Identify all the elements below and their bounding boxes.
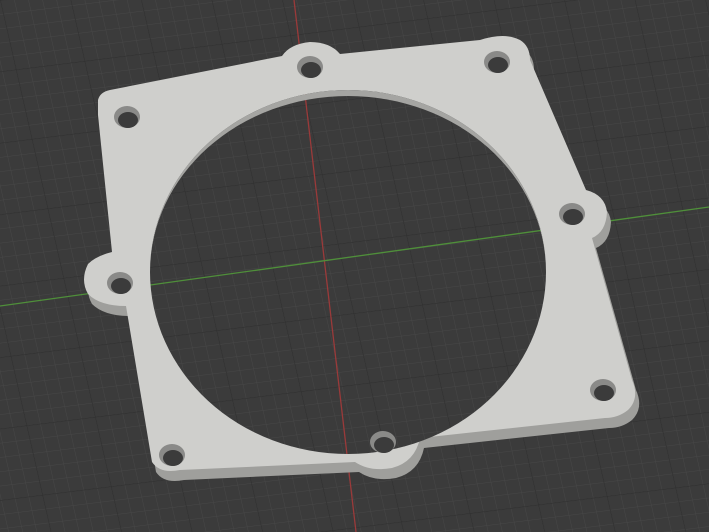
viewport-canvas[interactable]	[0, 0, 709, 532]
mounting-hole-through	[118, 112, 138, 128]
mounting-hole-through	[563, 209, 583, 225]
mounting-hole-through	[111, 278, 131, 294]
mounting-hole-through	[374, 437, 394, 453]
mounting-hole-through	[594, 385, 614, 401]
mounting-hole-through	[163, 450, 183, 466]
mounting-hole-through	[488, 57, 508, 73]
3d-viewport[interactable]	[0, 0, 709, 532]
mounting-hole-through	[301, 62, 321, 78]
